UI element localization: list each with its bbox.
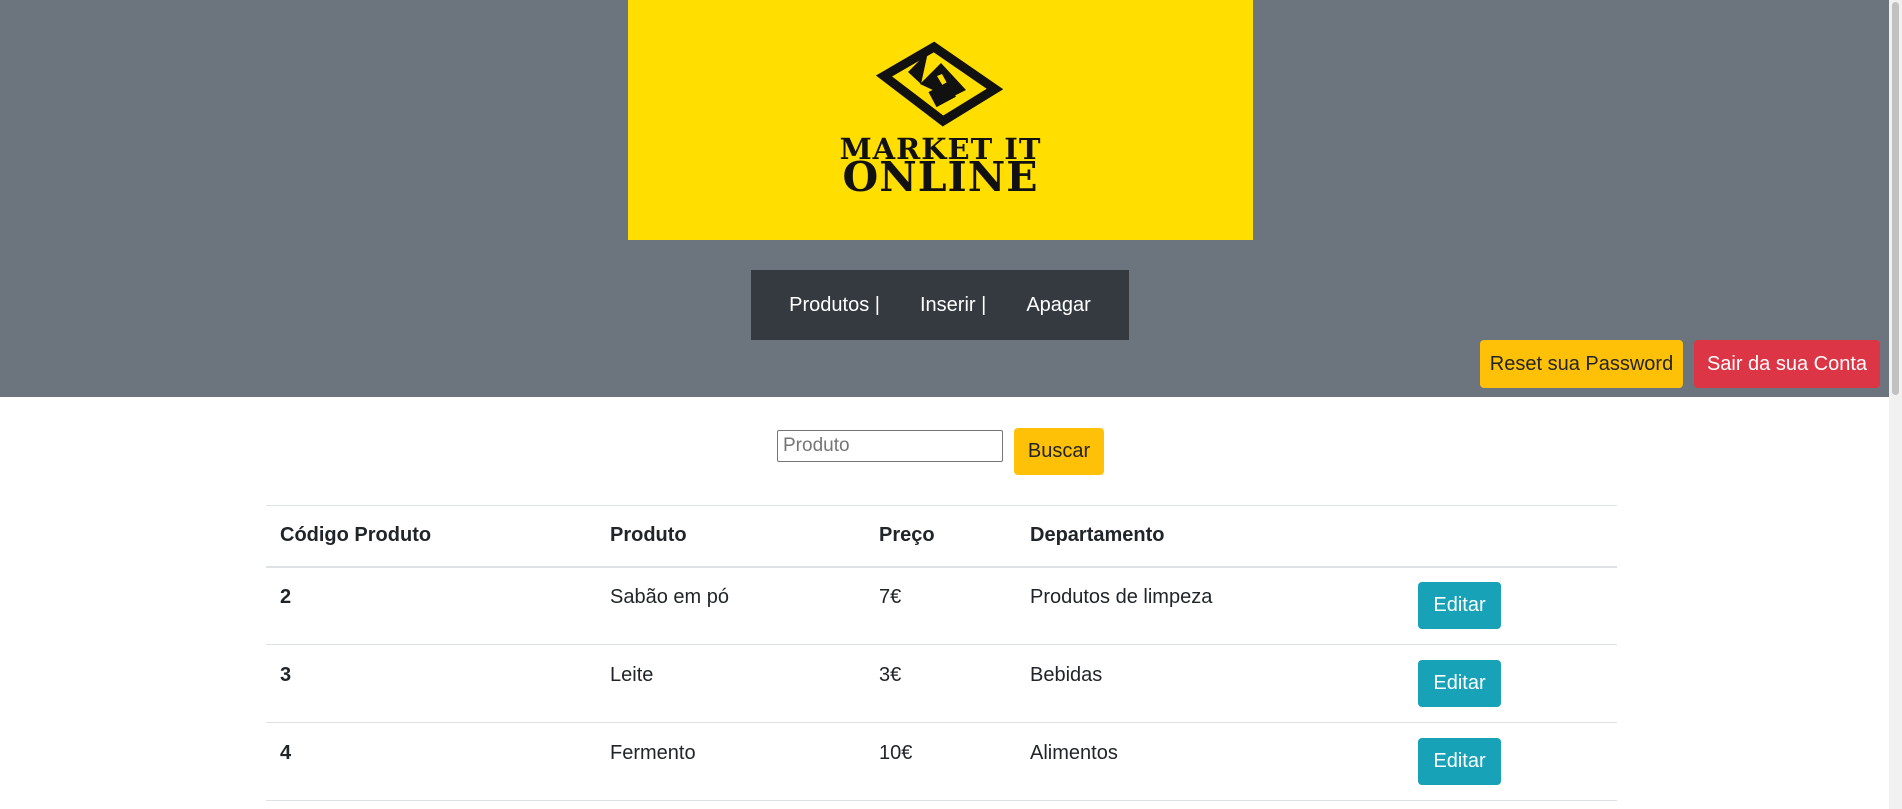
product-name: Leite: [610, 664, 654, 686]
page: MARKET IT ONLINE Produtos | Inserir | Ap…: [0, 0, 1902, 809]
header-departamento: Departamento: [1030, 524, 1165, 547]
edit-button[interactable]: Editar: [1418, 582, 1501, 630]
search-input[interactable]: [777, 430, 1003, 462]
table-row: 3 Leite 3€ Bebidas Editar: [266, 645, 1617, 723]
scrollbar-thumb[interactable]: [1892, 2, 1899, 395]
nav-apagar[interactable]: Apagar: [1006, 294, 1111, 317]
header-codigo: Código Produto: [280, 524, 432, 547]
product-price: 7€: [879, 586, 902, 609]
edit-button[interactable]: Editar: [1418, 738, 1501, 785]
product-department: Produtos de limpeza: [1030, 586, 1213, 609]
header-preco: Preço: [879, 524, 935, 547]
table-row: 2 Sabão em pó 7€ Produtos de limpeza Edi…: [266, 567, 1617, 645]
product-name: Sabão em pó: [610, 586, 729, 609]
reset-password-button[interactable]: Reset sua Password: [1480, 340, 1683, 388]
product-price: 3€: [879, 664, 902, 686]
house-arrow-logo-icon: [875, 41, 1004, 127]
product-price: 10€: [879, 742, 913, 764]
product-name: Fermento: [610, 742, 696, 764]
search-button[interactable]: Buscar: [1014, 428, 1104, 475]
product-code: 4: [280, 742, 292, 764]
logo: MARKET IT ONLINE: [628, 0, 1253, 240]
product-code: 3: [280, 664, 292, 686]
logout-button[interactable]: Sair da sua Conta: [1694, 340, 1880, 388]
table-header: Código Produto Produto Preço Departament…: [266, 505, 1617, 567]
nav-produtos[interactable]: Produtos |: [769, 294, 900, 317]
edit-button[interactable]: Editar: [1418, 660, 1501, 707]
products-table: Código Produto Produto Preço Departament…: [266, 505, 1617, 801]
nav-inserir[interactable]: Inserir |: [900, 294, 1006, 317]
logo-line2: ONLINE: [842, 153, 1039, 201]
table-row: 4 Fermento 10€ Alimentos Editar: [266, 723, 1617, 801]
header-banner: MARKET IT ONLINE Produtos | Inserir | Ap…: [0, 0, 1889, 397]
vertical-scrollbar[interactable]: [1889, 0, 1902, 809]
product-department: Bebidas: [1030, 664, 1103, 686]
main-navbar: Produtos | Inserir | Apagar: [751, 270, 1129, 340]
header-actions: [1404, 506, 1617, 567]
product-department: Alimentos: [1030, 742, 1118, 764]
header-produto: Produto: [610, 524, 687, 547]
product-code: 2: [280, 586, 292, 609]
